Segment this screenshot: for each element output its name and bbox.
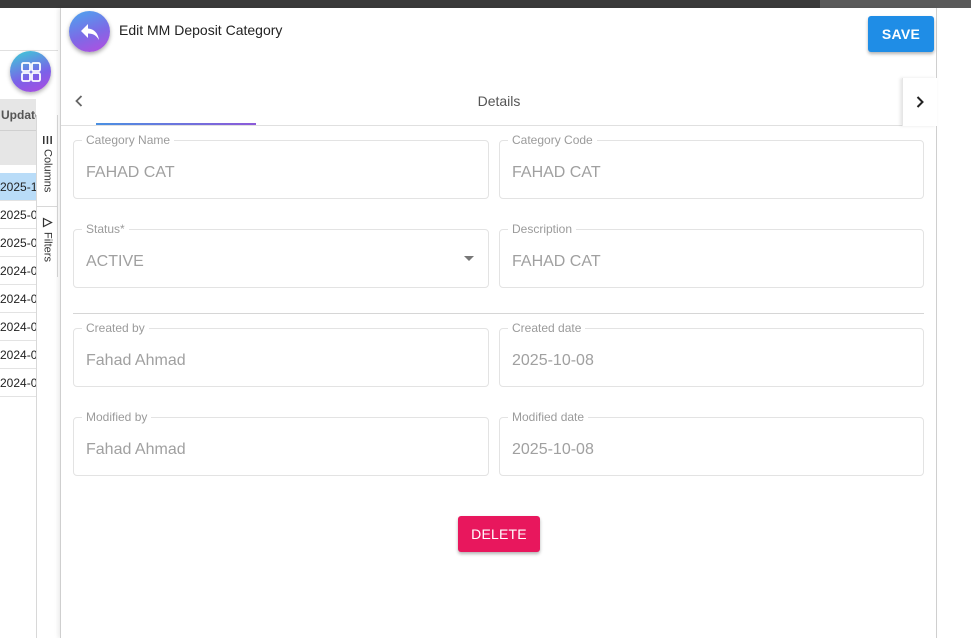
grid-side-tabs: Columns Filters (36, 115, 58, 277)
modified-date-value: 2025-10-08 (512, 441, 594, 458)
filters-tab[interactable]: Filters (37, 209, 58, 277)
modified-date-label: Modified date (508, 410, 589, 424)
filters-tab-label: Filters (41, 232, 54, 262)
window-top-bar (0, 0, 971, 8)
columns-tab-label: Columns (41, 149, 54, 193)
apps-grid-icon (20, 61, 41, 82)
category-code-value: FAHAD CAT (512, 164, 601, 181)
back-button[interactable] (69, 11, 110, 52)
description-value: FAHAD CAT (512, 253, 601, 270)
category-name-field[interactable]: Category Name FAHAD CAT (73, 133, 489, 199)
dialog-title: Edit MM Deposit Category (119, 22, 283, 38)
modified-by-value: Fahad Ahmad (86, 441, 186, 458)
created-by-value: Fahad Ahmad (86, 352, 186, 369)
tab-scroll-left-button[interactable] (69, 90, 89, 112)
description-label: Description (508, 222, 577, 236)
modified-date-field[interactable]: Modified date 2025-10-08 (499, 410, 924, 476)
created-date-value: 2025-10-08 (512, 352, 594, 369)
window-top-bar-segment (820, 0, 971, 8)
tab-scroll-right-button[interactable] (902, 78, 937, 126)
modified-by-field[interactable]: Modified by Fahad Ahmad (73, 410, 489, 476)
columns-icon (43, 136, 52, 144)
table-row[interactable]: 2025-0 (0, 201, 36, 229)
table-row[interactable]: 2025-1 (0, 173, 36, 201)
description-field[interactable]: Description FAHAD CAT (499, 222, 924, 288)
chevron-left-icon (75, 95, 83, 107)
tab-details[interactable]: Details (61, 93, 937, 109)
apps-button[interactable] (10, 51, 51, 92)
grid-filter-row (0, 131, 36, 165)
status-select[interactable]: Status* ACTIVE (73, 222, 489, 288)
table-row[interactable]: 2024-0 (0, 341, 36, 369)
edit-dialog: Edit MM Deposit Category SAVE Details Ca… (60, 8, 937, 638)
created-by-label: Created by (82, 321, 149, 335)
grid-column-header-updated[interactable]: Update (0, 99, 36, 131)
side-panel-border (36, 277, 37, 638)
table-row[interactable]: 2024-0 (0, 257, 36, 285)
section-divider (73, 313, 924, 314)
category-name-label: Category Name (82, 133, 175, 147)
created-by-field[interactable]: Created by Fahad Ahmad (73, 321, 489, 387)
created-date-label: Created date (508, 321, 586, 335)
status-label: Status* (82, 222, 129, 236)
delete-button[interactable]: DELETE (458, 516, 540, 552)
tab-active-indicator (96, 123, 256, 125)
save-button[interactable]: SAVE (868, 16, 934, 52)
chevron-right-icon (916, 96, 924, 108)
created-date-field[interactable]: Created date 2025-10-08 (499, 321, 924, 387)
table-row[interactable]: 2025-0 (0, 229, 36, 257)
status-value: ACTIVE (86, 253, 144, 270)
table-row[interactable]: 2024-0 (0, 369, 36, 397)
back-arrow-icon (80, 23, 99, 40)
table-row[interactable]: 2024-0 (0, 313, 36, 341)
category-name-value: FAHAD CAT (86, 164, 175, 181)
table-row[interactable]: 2024-0 (0, 285, 36, 313)
category-code-label: Category Code (508, 133, 597, 147)
modified-by-label: Modified by (82, 410, 152, 424)
tab-bar: Details (61, 78, 937, 126)
filter-icon (42, 217, 53, 228)
columns-tab[interactable]: Columns (37, 127, 58, 207)
caret-down-icon[interactable] (464, 256, 474, 261)
category-code-field[interactable]: Category Code FAHAD CAT (499, 133, 924, 199)
